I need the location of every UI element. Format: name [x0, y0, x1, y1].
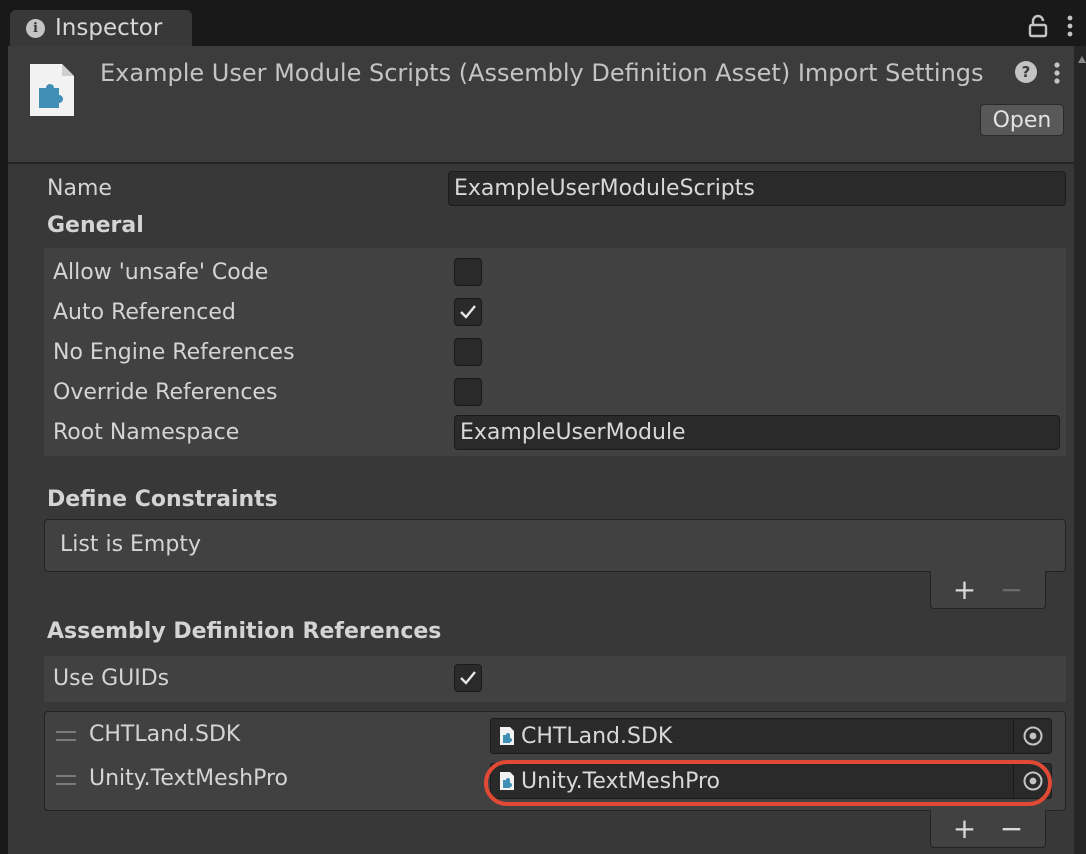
assembly-ref-field[interactable]: CHTLand.SDK [490, 718, 1052, 754]
kebab-menu-icon[interactable] [1064, 14, 1076, 38]
checkmark-icon [460, 305, 476, 319]
general-heading: General [47, 213, 144, 238]
assembly-ref-value: CHTLand.SDK [521, 723, 673, 749]
object-picker-icon[interactable] [1013, 719, 1051, 753]
lock-icon[interactable] [1027, 14, 1049, 38]
remove-reference-button[interactable]: − [997, 814, 1027, 843]
add-constraint-button[interactable]: + [950, 575, 980, 604]
use-guids-label: Use GUIDs [53, 666, 170, 691]
define-constraints-footer: + − [930, 571, 1046, 609]
override-refs-label: Override References [53, 380, 278, 405]
define-constraints-heading: Define Constraints [47, 487, 278, 512]
override-refs-checkbox[interactable] [454, 378, 482, 406]
no-engine-refs-checkbox[interactable] [454, 338, 482, 366]
open-button[interactable]: Open [980, 104, 1064, 136]
auto-referenced-label: Auto Referenced [53, 300, 236, 325]
drag-handle-icon[interactable] [56, 775, 76, 785]
use-guids-checkbox[interactable] [454, 664, 482, 692]
name-field[interactable]: ExampleUserModuleScripts [448, 171, 1066, 206]
scroll-up-arrow-icon[interactable] [1078, 56, 1086, 63]
info-icon: i [26, 18, 45, 38]
drag-handle-icon[interactable] [56, 731, 76, 741]
header-title: Example User Module Scripts (Assembly De… [100, 59, 984, 87]
assembly-ref-label: Unity.TextMeshPro [89, 766, 288, 791]
allow-unsafe-checkbox[interactable] [454, 258, 482, 286]
list-empty-text: List is Empty [60, 532, 201, 557]
root-namespace-label: Root Namespace [53, 420, 240, 445]
assembly-asset-icon [500, 727, 514, 745]
help-icon[interactable]: ? [1015, 61, 1037, 83]
remove-constraint-button[interactable]: − [997, 575, 1027, 604]
add-reference-button[interactable]: + [950, 814, 980, 843]
allow-unsafe-label: Allow 'unsafe' Code [53, 260, 269, 285]
tab-title: Inspector [55, 15, 163, 41]
scrollbar[interactable] [1074, 46, 1086, 854]
assembly-refs-heading: Assembly Definition References [47, 619, 442, 644]
tab-inspector[interactable]: i Inspector [10, 10, 192, 46]
no-engine-refs-label: No Engine References [53, 340, 295, 365]
auto-referenced-checkbox[interactable] [454, 298, 482, 326]
checkmark-icon [460, 671, 476, 685]
assembly-refs-footer: + − [930, 810, 1046, 848]
use-guids-row [44, 656, 1066, 702]
name-label: Name [47, 176, 112, 201]
root-namespace-field[interactable]: ExampleUserModule [454, 415, 1060, 450]
assembly-ref-label: CHTLand.SDK [89, 722, 241, 747]
highlight-annotation [484, 760, 1052, 806]
assembly-asset-icon [28, 62, 76, 118]
kebab-menu-icon[interactable] [1050, 60, 1064, 86]
